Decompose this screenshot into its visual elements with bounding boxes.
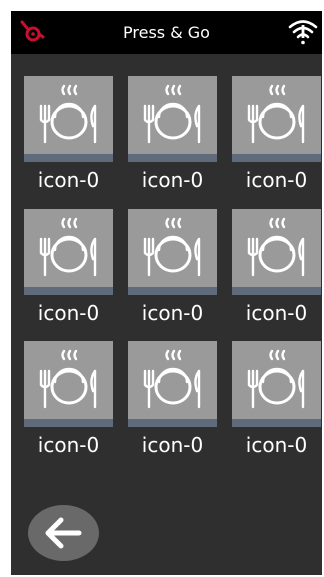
tile-label: icon-0 (141, 168, 204, 192)
tile-accent-strip (128, 154, 217, 162)
tile-button[interactable] (24, 341, 113, 427)
tile-label: icon-0 (141, 433, 204, 457)
tile-label: icon-0 (141, 301, 204, 325)
meal-plate-icon (143, 217, 201, 277)
tile-label: icon-0 (37, 168, 100, 192)
back-button[interactable] (28, 505, 99, 561)
meal-plate-icon (247, 349, 305, 409)
meal-plate-icon (39, 84, 97, 144)
tile-button[interactable] (24, 76, 113, 162)
tile-accent-strip (128, 419, 217, 427)
tile-accent-strip (232, 154, 321, 162)
tile-label: icon-0 (37, 433, 100, 457)
grid-tile[interactable]: icon-0 (128, 209, 217, 333)
tile-accent-strip (232, 287, 321, 295)
meal-plate-icon (39, 217, 97, 277)
tile-label: icon-0 (37, 301, 100, 325)
top-bar: Press & Go (11, 11, 322, 54)
tile-accent-strip (24, 154, 113, 162)
tile-button[interactable] (232, 209, 321, 295)
page-title: Press & Go (123, 23, 210, 42)
grid-tile[interactable]: icon-0 (128, 76, 217, 200)
grid-tile[interactable]: icon-0 (232, 341, 321, 465)
grid-tile[interactable]: icon-0 (232, 76, 321, 200)
tile-accent-strip (128, 287, 217, 295)
tile-button[interactable] (128, 341, 217, 427)
grid-tile[interactable]: icon-0 (24, 76, 113, 200)
tile-label: icon-0 (245, 301, 308, 325)
grid-tile[interactable]: icon-0 (128, 341, 217, 465)
grid-tile[interactable]: icon-0 (24, 209, 113, 333)
meal-plate-icon (39, 349, 97, 409)
meal-plate-icon (247, 217, 305, 277)
tile-accent-strip (24, 287, 113, 295)
grid-tile[interactable]: icon-0 (24, 341, 113, 465)
back-arrow-icon (45, 517, 82, 549)
meal-plate-icon (143, 349, 201, 409)
app-screen: Press & Go icon-0 icon-0 icon-0 icon-0 i… (11, 11, 322, 575)
tile-button[interactable] (128, 76, 217, 162)
tile-button[interactable] (128, 209, 217, 295)
tile-button[interactable] (232, 76, 321, 162)
tile-label: icon-0 (245, 168, 308, 192)
tile-accent-strip (232, 419, 321, 427)
tile-button[interactable] (24, 209, 113, 295)
tile-button[interactable] (232, 341, 321, 427)
tile-accent-strip (24, 419, 113, 427)
meal-plate-icon (143, 84, 201, 144)
tile-label: icon-0 (245, 433, 308, 457)
meal-plate-icon (247, 84, 305, 144)
grid-tile[interactable]: icon-0 (232, 209, 321, 333)
wifi-warning-icon[interactable] (288, 17, 318, 47)
